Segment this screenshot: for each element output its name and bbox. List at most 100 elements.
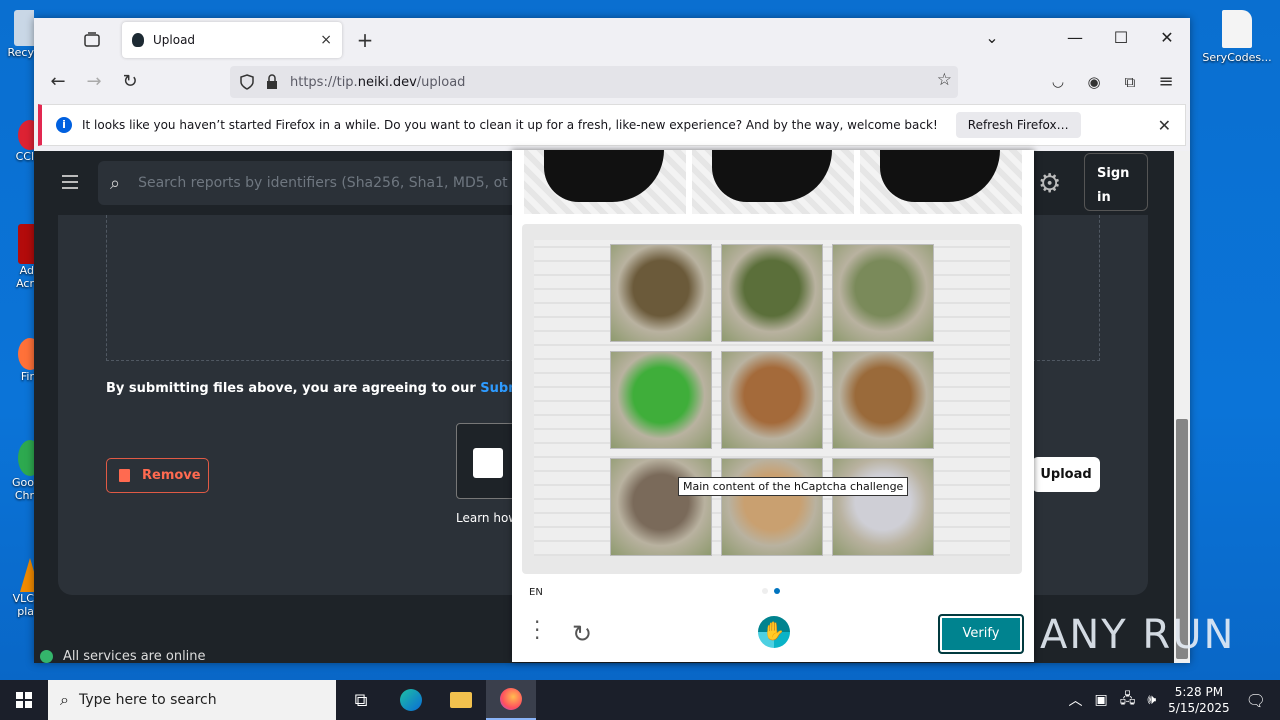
system-tray: ︿ ▣ 🖧 🕪 5:28 PM 5/15/2025 🗨 [1062, 680, 1280, 720]
edge-taskbar-icon[interactable] [386, 680, 436, 720]
notifications-icon[interactable]: 🗨 [1246, 691, 1266, 710]
learn-how-text[interactable]: Learn how [456, 511, 518, 525]
hamburger-menu-icon[interactable] [62, 175, 78, 189]
sign-in-button[interactable]: Sign in [1084, 153, 1148, 211]
desktop-icon-recycle-bin[interactable]: Recy [0, 10, 34, 80]
tab-title: Upload [153, 33, 196, 47]
taskbar-search-input[interactable]: ⌕ Type here to search [48, 680, 336, 720]
hcaptcha-logo-icon: ✋ [758, 616, 790, 648]
desktop-icon-chrome[interactable]: Goo Chr [0, 440, 34, 522]
bookmark-star-icon[interactable]: ☆ [937, 70, 952, 90]
reload-icon[interactable]: ↻ [118, 70, 142, 94]
desktop-icon-vlc[interactable]: VLC pla [0, 558, 34, 630]
page-scrollbar[interactable] [1174, 151, 1190, 663]
file-icon [1222, 10, 1252, 48]
site-favicon [132, 33, 144, 47]
captcha-tile-goose[interactable] [832, 458, 934, 556]
start-button[interactable] [0, 680, 48, 720]
language-selector[interactable]: EN [529, 587, 543, 598]
anyrun-watermark: ANY RUN [1040, 612, 1236, 658]
menu-icon[interactable]: ≡ [1154, 70, 1178, 94]
captcha-tile-dog[interactable] [610, 458, 712, 556]
ccleaner-icon [18, 120, 34, 150]
captcha-menu-icon[interactable]: · · · [534, 612, 540, 648]
desktop-icon-acrobat[interactable]: Ad Acr [0, 224, 34, 304]
page-dot-active [774, 588, 780, 594]
recycle-bin-icon [14, 10, 34, 46]
agreement-text: By submitting files above, you are agree… [106, 381, 564, 396]
notification-close-icon[interactable]: ✕ [1158, 116, 1171, 135]
pocket-icon[interactable]: ◡ [1046, 70, 1070, 94]
challenge-grid [522, 224, 1022, 574]
navigation-bar: ← → ↻ https://tip.neiki.dev/upload ☆ ◡ ◉… [34, 62, 1190, 102]
video-tutorial-thumbnail[interactable] [456, 423, 516, 499]
captcha-tooltip: Main content of the hCaptcha challenge [678, 477, 909, 496]
desktop-icon-ccleaner[interactable]: CCl [0, 120, 34, 182]
tab-upload[interactable]: Upload × [122, 22, 342, 58]
file-explorer-icon[interactable] [436, 680, 486, 720]
chrome-icon [18, 440, 34, 476]
page-dot [762, 588, 768, 594]
captcha-tile-dog[interactable] [832, 351, 934, 449]
tracking-shield-icon[interactable] [240, 74, 254, 90]
verify-button[interactable]: Verify [938, 614, 1024, 654]
captcha-tile-dog[interactable] [721, 244, 823, 342]
url-bar[interactable]: https://tip.neiki.dev/upload ☆ [230, 66, 958, 98]
status-ok-icon [40, 650, 53, 663]
account-icon[interactable]: ◉ [1082, 70, 1106, 94]
windows-logo-icon [16, 692, 32, 708]
desktop-icon-serycodes[interactable]: SeryCodes... [1202, 10, 1272, 64]
acrobat-icon [18, 224, 34, 264]
captcha-tile-dog[interactable] [721, 351, 823, 449]
forward-icon[interactable]: → [82, 70, 106, 94]
close-window-icon[interactable]: ✕ [1155, 28, 1179, 47]
tray-device-icon[interactable]: ▣ [1094, 692, 1107, 708]
desktop-icon-firefox[interactable]: Fir [0, 338, 34, 400]
challenge-tiles [534, 240, 1010, 556]
example-image [692, 150, 854, 214]
clock[interactable]: 5:28 PM 5/15/2025 [1168, 684, 1230, 716]
captcha-tile-dog[interactable] [610, 244, 712, 342]
firefox-taskbar-icon[interactable] [486, 680, 536, 720]
search-icon: ⌕ [110, 172, 121, 194]
url-text: https://tip.neiki.dev/upload [290, 74, 466, 90]
network-icon[interactable]: 🖧 [1120, 688, 1136, 712]
taskbar: ⌕ Type here to search ⧉ ︿ ▣ 🖧 🕪 5:28 PM … [0, 680, 1280, 720]
refresh-firefox-notification: i It looks like you haven’t started Fire… [38, 104, 1186, 146]
vlc-icon [20, 558, 34, 592]
info-icon: i [56, 117, 72, 133]
tab-close-icon[interactable]: × [320, 32, 332, 48]
example-image [524, 150, 686, 214]
page-indicator [762, 588, 780, 594]
volume-icon[interactable]: 🕪 [1147, 692, 1156, 708]
report-search-input[interactable]: ⌕ Search reports by identifiers (Sha256,… [98, 161, 518, 205]
hcaptcha-challenge: Main content of the hCaptcha challenge E… [512, 150, 1034, 662]
service-status: All services are online [40, 649, 206, 663]
firefox-view-button[interactable] [82, 30, 102, 50]
tab-bar: Upload × + ⌄ — ☐ ✕ [34, 18, 1190, 62]
captcha-tile-cat[interactable] [610, 351, 712, 449]
maximize-icon[interactable]: ☐ [1109, 28, 1133, 47]
tray-overflow-icon[interactable]: ︿ [1068, 690, 1082, 710]
remove-button[interactable]: Remove [106, 458, 209, 493]
refresh-firefox-button[interactable]: Refresh Firefox… [955, 112, 1081, 138]
minimize-icon[interactable]: — [1063, 28, 1087, 47]
search-icon: ⌕ [60, 690, 69, 709]
lock-icon[interactable] [266, 74, 278, 90]
firefox-view-icon [84, 32, 100, 47]
captcha-tile-bird[interactable] [832, 244, 934, 342]
captcha-tile-duck[interactable] [721, 458, 823, 556]
captcha-refresh-icon[interactable]: ↻ [572, 620, 592, 648]
upload-button[interactable]: Upload [1032, 457, 1100, 492]
trash-icon [119, 469, 130, 482]
settings-gear-icon[interactable]: ⚙ [1038, 169, 1061, 199]
task-view-icon[interactable]: ⧉ [336, 680, 386, 720]
new-tab-button[interactable]: + [354, 28, 376, 52]
firefox-icon [18, 338, 34, 370]
extensions-icon[interactable]: ⧉ [1118, 70, 1142, 94]
video-icon [473, 448, 503, 478]
notification-text: It looks like you haven’t started Firefo… [82, 118, 938, 132]
list-all-tabs-icon[interactable]: ⌄ [980, 28, 1004, 47]
example-image [860, 150, 1022, 214]
back-icon[interactable]: ← [46, 70, 70, 94]
